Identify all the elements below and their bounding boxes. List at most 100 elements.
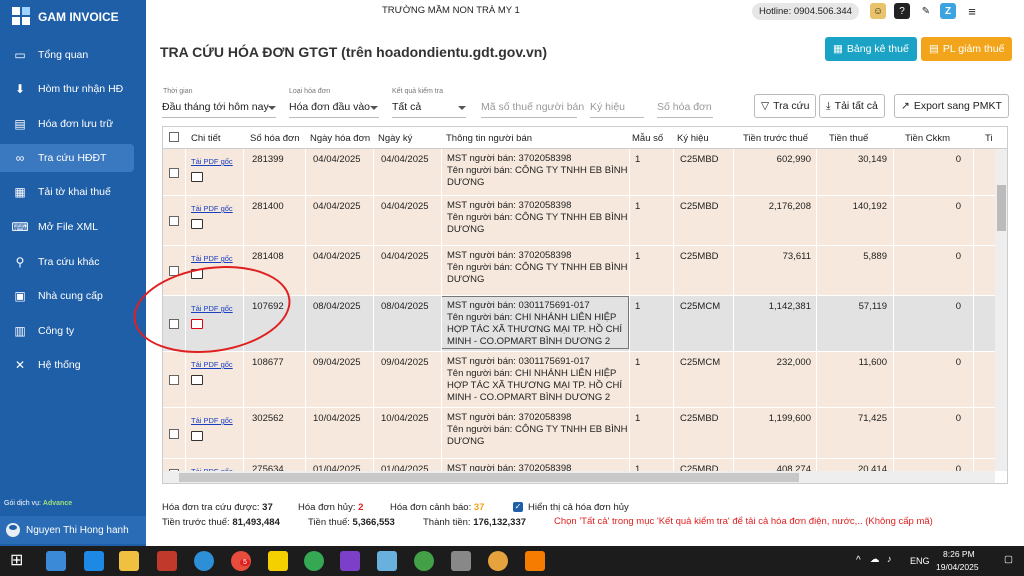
language-indicator[interactable]: ENG bbox=[910, 556, 930, 566]
sidebar-item-to-khai[interactable]: ▦ Tải tờ khai thuế bbox=[0, 178, 146, 206]
download-pdf-link[interactable]: Tải PDF gốc bbox=[191, 254, 233, 263]
tra-cuu-button[interactable]: ▽ Tra cứu bbox=[754, 94, 817, 118]
download-pdf-link[interactable]: Tải PDF gốc bbox=[191, 204, 233, 213]
download-pdf-link[interactable]: Tải PDF gốc bbox=[191, 416, 233, 425]
table-header: Chi tiết Số hóa đơn Ngày hóa đơn Ngày ký… bbox=[163, 127, 1007, 149]
windows-start-icon[interactable]: ⊞ bbox=[10, 551, 30, 571]
sidebar-item-cong-ty[interactable]: ▥ Công ty bbox=[0, 317, 146, 345]
horizontal-scrollbar[interactable] bbox=[163, 471, 995, 483]
row-checkbox[interactable] bbox=[169, 168, 179, 178]
header-thong-tin[interactable]: Thông tin người bán bbox=[446, 133, 532, 144]
app-icon[interactable] bbox=[377, 551, 397, 571]
header-ngay-hoa-don[interactable]: Ngày hóa đơn bbox=[310, 133, 370, 144]
gam-invoice-taskbar-icon[interactable] bbox=[194, 551, 214, 571]
download-pdf-link[interactable]: Tải PDF gốc bbox=[191, 360, 233, 369]
app-icon[interactable] bbox=[525, 551, 545, 571]
header-tien-ckkm[interactable]: Tiền Ckkm bbox=[905, 133, 950, 144]
sidebar-item-tra-cuu-khac[interactable]: ⚲ Tra cứu khác bbox=[0, 248, 146, 276]
row-checkbox[interactable] bbox=[169, 375, 179, 385]
print-icon[interactable] bbox=[191, 172, 203, 182]
sidebar-item-he-thong[interactable]: ✕ Hệ thống bbox=[0, 351, 146, 379]
column-divider bbox=[733, 246, 734, 296]
avatar bbox=[6, 523, 20, 537]
column-divider bbox=[185, 149, 186, 196]
column-divider bbox=[973, 408, 974, 459]
header-tien-truoc-thue[interactable]: Tiền trước thuế bbox=[743, 133, 808, 144]
mst-input[interactable]: Mã số thuế người bán bbox=[481, 101, 584, 113]
database-icon[interactable] bbox=[451, 551, 471, 571]
so-hoa-don-input[interactable]: Số hóa đơn bbox=[657, 101, 712, 113]
zalo-icon[interactable]: Z bbox=[940, 3, 956, 19]
column-divider bbox=[733, 352, 734, 408]
scroll-thumb[interactable] bbox=[997, 185, 1006, 231]
header-mau-so[interactable]: Mẫu số bbox=[632, 133, 663, 144]
cloud-icon[interactable]: ☁ bbox=[870, 554, 880, 565]
check-filter-select[interactable]: Tất cả bbox=[392, 101, 421, 113]
tai-tat-ca-button[interactable]: ⤓ Tải tất cả bbox=[819, 94, 885, 118]
clock-date[interactable]: 19/04/2025 bbox=[936, 562, 979, 572]
print-icon[interactable] bbox=[191, 375, 203, 385]
user-profile[interactable]: Nguyen Thi Hong hanh bbox=[0, 516, 146, 544]
cell-ky-hieu: C25MBD bbox=[680, 201, 719, 212]
table-row[interactable]: Tải PDF gốc 302562 10/04/2025 10/04/2025 MST… bbox=[163, 408, 995, 459]
print-icon[interactable] bbox=[191, 431, 203, 441]
notification-icon[interactable]: ▢ bbox=[1004, 554, 1013, 565]
chevron-down-icon[interactable] bbox=[370, 106, 378, 110]
chevron-down-icon[interactable] bbox=[268, 106, 276, 110]
app-icon[interactable] bbox=[414, 551, 434, 571]
app-icon[interactable] bbox=[46, 551, 66, 571]
sticky-notes-icon[interactable] bbox=[268, 551, 288, 571]
hotline[interactable]: Hotline: 0904.506.344 bbox=[752, 3, 859, 20]
header-ngay-ky[interactable]: Ngày ký bbox=[378, 133, 412, 144]
print-icon[interactable] bbox=[191, 219, 203, 229]
kyhieu-input[interactable]: Ký hiệu bbox=[590, 101, 625, 113]
sidebar-item-hom-thu[interactable]: ⬇ Hòm thư nhận HĐ bbox=[0, 75, 146, 103]
select-all-checkbox[interactable] bbox=[169, 132, 179, 142]
folder-icon[interactable] bbox=[119, 551, 139, 571]
cell-tien-truoc-thue: 232,000 bbox=[776, 357, 811, 368]
sidebar-item-tra-cuu-hddt[interactable]: ∞ Tra cứu HĐĐT bbox=[0, 144, 134, 172]
volume-icon[interactable]: ♪ bbox=[887, 554, 892, 565]
sidebar-item-nha-cung-cap[interactable]: ▣ Nhà cung cấp bbox=[0, 282, 146, 310]
type-filter-select[interactable]: Hóa đơn đầu vào bbox=[289, 101, 370, 113]
table-row[interactable]: Tải PDF gốc 281400 04/04/2025 04/04/2025 MST… bbox=[163, 196, 995, 246]
app-icon[interactable] bbox=[157, 551, 177, 571]
edit-icon[interactable]: ✎ bbox=[918, 3, 934, 19]
chrome-icon[interactable] bbox=[304, 551, 324, 571]
chevron-down-icon[interactable] bbox=[458, 106, 466, 110]
type-filter-label: Loại hóa đơn bbox=[289, 88, 331, 95]
header-tien-thue[interactable]: Tiền thuế bbox=[829, 133, 868, 144]
chevron-up-icon[interactable]: ^ bbox=[856, 555, 861, 566]
header-more[interactable]: Ti bbox=[985, 133, 993, 144]
user-icon[interactable]: ☺ bbox=[870, 3, 886, 19]
row-checkbox[interactable] bbox=[169, 216, 179, 226]
time-filter-select[interactable]: Đầu tháng tới hôm nay bbox=[162, 101, 269, 113]
show-huy-label[interactable]: Hiển thị cả hóa đơn hủy bbox=[528, 502, 629, 513]
dropbox-icon[interactable] bbox=[84, 551, 104, 571]
table-row[interactable]: Tải PDF gốc 108677 09/04/2025 09/04/2025 MST… bbox=[163, 352, 995, 408]
pl-giam-thue-button[interactable]: ▤ PL giảm thuế bbox=[921, 37, 1013, 61]
menu-icon[interactable]: ≡ bbox=[964, 3, 980, 19]
header-so-hoa-don[interactable]: Số hóa đơn bbox=[250, 133, 300, 144]
page-title: TRA CỨU HÓA ĐƠN GTGT (trên hoadondientu.… bbox=[160, 44, 547, 60]
paint-icon[interactable] bbox=[488, 551, 508, 571]
table-row[interactable]: Tải PDF gốc 281399 04/04/2025 04/04/2025 MST… bbox=[163, 149, 995, 196]
vertical-scrollbar[interactable] bbox=[995, 149, 1007, 471]
export-button[interactable]: ↗ Export sang PMKT bbox=[894, 94, 1009, 118]
header-chi-tiet[interactable]: Chi tiết bbox=[191, 133, 221, 144]
row-checkbox[interactable] bbox=[169, 429, 179, 439]
sidebar-item-xml[interactable]: ⌨ Mở File XML bbox=[0, 213, 146, 241]
clock-time[interactable]: 8:26 PM bbox=[943, 549, 975, 559]
download-pdf-link[interactable]: Tải PDF gốc bbox=[191, 157, 233, 166]
help-icon[interactable]: ? bbox=[894, 3, 910, 19]
table-row[interactable]: Tải PDF gốc 281408 04/04/2025 04/04/2025 MST… bbox=[163, 246, 995, 296]
sidebar-item-tong-quan[interactable]: ▭ Tổng quan bbox=[0, 41, 146, 69]
column-divider bbox=[816, 196, 817, 246]
sidebar-item-luu-tru[interactable]: ▤ Hóa đơn lưu trữ bbox=[0, 110, 146, 138]
show-huy-checkbox[interactable]: ✓ bbox=[513, 502, 523, 512]
scroll-thumb[interactable] bbox=[179, 473, 799, 482]
bang-ke-thue-button[interactable]: ▦ Bảng kê thuế bbox=[825, 37, 917, 61]
column-divider bbox=[185, 196, 186, 246]
visual-studio-icon[interactable] bbox=[340, 551, 360, 571]
header-ky-hieu[interactable]: Ký hiệu bbox=[677, 133, 709, 144]
